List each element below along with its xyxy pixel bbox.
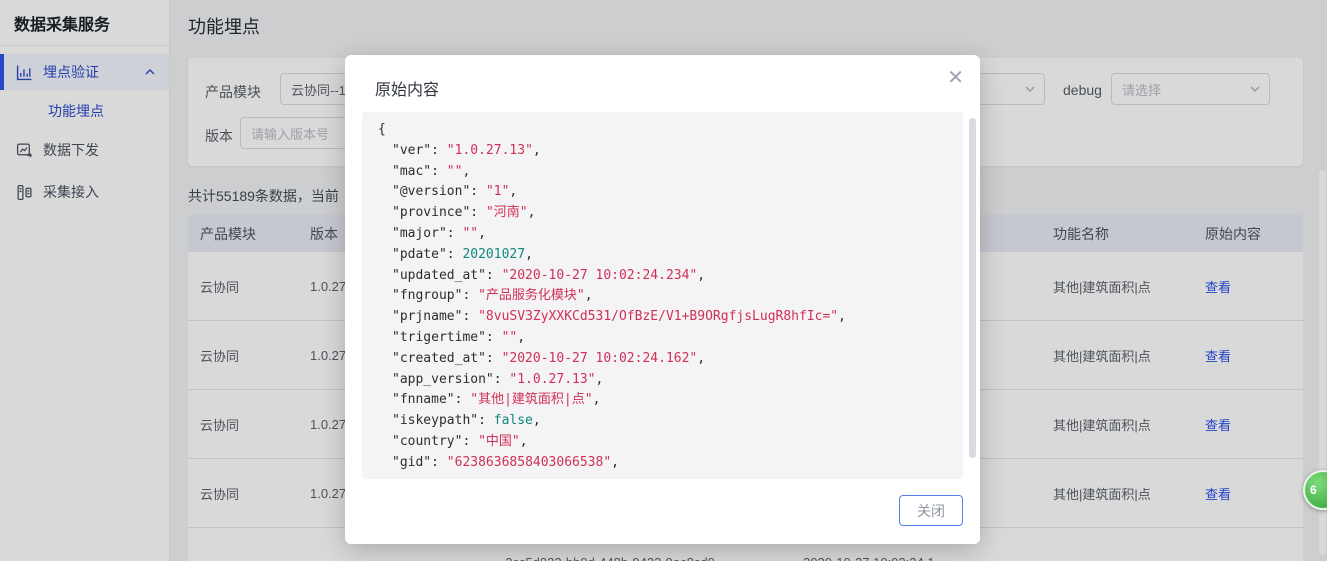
code-line: "updated_at": "2020-10-27 10:02:24.234", xyxy=(378,266,947,287)
code-line: "fnname": "其他|建筑面积|点", xyxy=(378,390,947,411)
raw-json-code-block: {"ver": "1.0.27.13","mac": "","@version"… xyxy=(362,112,963,479)
dialog-title: 原始内容 xyxy=(375,76,439,100)
close-icon[interactable]: ✕ xyxy=(947,68,964,88)
code-line: "gid": "6238636858403066538", xyxy=(378,453,947,474)
code-line: "major": "", xyxy=(378,224,947,245)
dialog-raw-content: 原始内容 ✕ {"ver": "1.0.27.13","mac": "","@v… xyxy=(345,55,980,544)
code-line: "trigertime": "", xyxy=(378,328,947,349)
code-scrollbar-thumb[interactable] xyxy=(969,118,976,458)
code-line: "country": "中国", xyxy=(378,432,947,453)
app-root: 数据采集服务 埋点验证 功能埋点 数据下发 采集接入 功能埋点 xyxy=(0,0,1327,561)
code-line: "mac": "", xyxy=(378,162,947,183)
code-line: "province": "河南", xyxy=(378,203,947,224)
code-line: "@version": "1", xyxy=(378,182,947,203)
code-line: "created_at": "2020-10-27 10:02:24.162", xyxy=(378,349,947,370)
code-line: { xyxy=(378,120,947,141)
code-line: "iskeypath": false, xyxy=(378,411,947,432)
code-line: "pdate": 20201027, xyxy=(378,245,947,266)
code-line: "ver": "1.0.27.13", xyxy=(378,141,947,162)
close-button[interactable]: 关闭 xyxy=(899,495,963,526)
code-line: "prjname": "8vuSV3ZyXXKCd531/OfBzE/V1+B9… xyxy=(378,307,947,328)
code-line: "app_version": "1.0.27.13", xyxy=(378,370,947,391)
code-line: "fngroup": "产品服务化模块", xyxy=(378,286,947,307)
